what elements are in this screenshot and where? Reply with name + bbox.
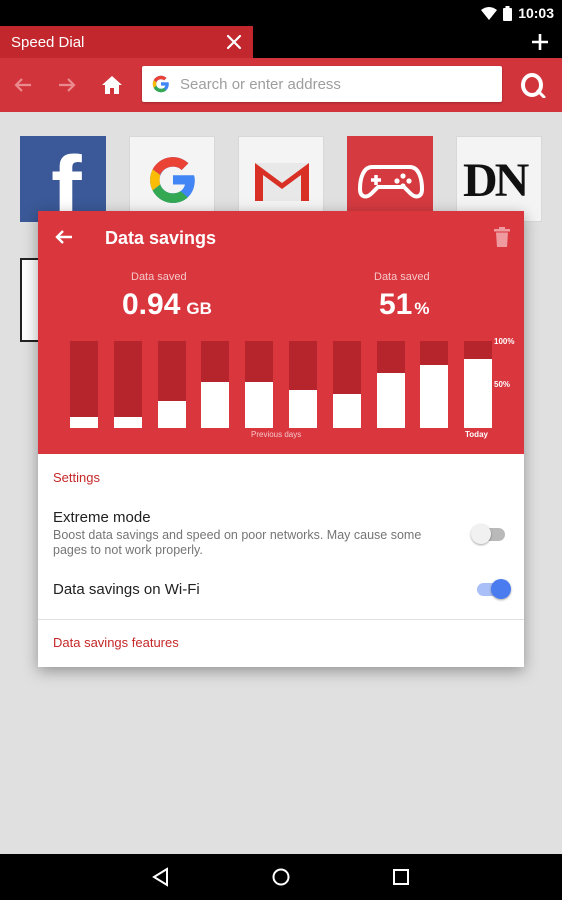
chart-bar-4 bbox=[201, 341, 229, 428]
tab-strip: Speed Dial bbox=[0, 26, 562, 58]
chart-bar-fill-3 bbox=[158, 401, 186, 428]
chart-bar-9 bbox=[420, 341, 448, 428]
tab-speed-dial[interactable]: Speed Dial bbox=[0, 26, 253, 58]
new-tab-icon[interactable] bbox=[530, 32, 550, 52]
status-bar: 10:03 bbox=[0, 0, 562, 26]
google-g-icon bbox=[152, 75, 169, 93]
x-axis-label: Previous days bbox=[251, 430, 302, 439]
data-savings-dialog: Data savings Data saved 0.94 GB Data save… bbox=[38, 211, 524, 667]
divider bbox=[38, 619, 524, 620]
home-button-icon[interactable] bbox=[100, 73, 124, 97]
chart-bar-fill-1 bbox=[70, 417, 98, 428]
nav-recents-icon[interactable] bbox=[390, 866, 412, 888]
data-saved-percent-unit: % bbox=[414, 299, 430, 318]
data-savings-chart: 100% 50% Previous days Today bbox=[70, 337, 522, 441]
chart-bar-fill-9 bbox=[420, 365, 448, 428]
chart-bar-2 bbox=[114, 341, 142, 428]
chart-bar-6 bbox=[289, 341, 317, 428]
chart-bar-fill-2 bbox=[114, 417, 142, 428]
system-nav-bar bbox=[0, 854, 562, 900]
chart-bar-fill-10 bbox=[464, 359, 492, 428]
today-label: Today bbox=[465, 430, 488, 439]
tab-title: Speed Dial bbox=[11, 34, 85, 51]
chart-bar-7 bbox=[333, 341, 361, 428]
status-icons: 10:03 bbox=[481, 4, 554, 22]
status-time: 10:03 bbox=[518, 5, 554, 21]
wifi-savings-title[interactable]: Data savings on Wi-Fi bbox=[53, 581, 200, 598]
speed-dial-dn[interactable]: DN bbox=[456, 136, 542, 222]
chart-bar-fill-4 bbox=[201, 382, 229, 428]
chart-bar-3 bbox=[158, 341, 186, 428]
chart-bar-fill-7 bbox=[333, 394, 361, 428]
battery-icon bbox=[503, 5, 513, 21]
speed-dial-games[interactable] bbox=[347, 136, 433, 222]
data-saved-number: 0.94 bbox=[122, 288, 181, 321]
toggle-thumb bbox=[491, 579, 511, 599]
wifi-savings-toggle[interactable] bbox=[475, 577, 511, 601]
speed-dial-facebook[interactable]: f bbox=[20, 136, 106, 222]
dialog-title: Data savings bbox=[105, 228, 217, 248]
google-logo-icon bbox=[150, 157, 195, 203]
back-arrow-icon[interactable] bbox=[53, 226, 75, 248]
forward-button-icon[interactable] bbox=[55, 73, 79, 97]
data-saved-label: Data saved bbox=[131, 271, 187, 283]
data-saved-percent-number: 51 bbox=[379, 288, 413, 321]
data-saved-percent-value: 51% bbox=[379, 288, 430, 322]
dialog-header: Data savings Data saved 0.94 GB Data save… bbox=[38, 211, 524, 454]
address-input[interactable] bbox=[180, 66, 494, 102]
trash-icon[interactable] bbox=[493, 227, 511, 247]
address-bar[interactable] bbox=[142, 66, 502, 102]
close-tab-icon[interactable] bbox=[225, 33, 243, 51]
y-tick-50: 50% bbox=[494, 380, 511, 389]
extreme-mode-title[interactable]: Extreme mode bbox=[53, 509, 151, 526]
data-saved-percent-label: Data saved bbox=[374, 271, 430, 283]
y-tick-100: 100% bbox=[494, 337, 515, 346]
settings-heading: Settings bbox=[53, 470, 100, 485]
browser-toolbar bbox=[0, 58, 562, 112]
extreme-mode-description: Boost data savings and speed on poor net… bbox=[53, 528, 422, 557]
wifi-icon bbox=[481, 6, 498, 20]
chart-bar-10 bbox=[464, 341, 492, 428]
extreme-mode-toggle[interactable] bbox=[471, 522, 507, 546]
nav-home-icon[interactable] bbox=[270, 866, 292, 888]
opera-menu-icon[interactable] bbox=[520, 72, 546, 98]
back-button-icon[interactable] bbox=[11, 73, 35, 97]
toggle-thumb bbox=[471, 524, 491, 544]
gmail-logo-icon bbox=[255, 163, 309, 201]
data-saved-unit: GB bbox=[186, 299, 212, 318]
dn-logo: DN bbox=[463, 154, 529, 207]
nav-back-icon[interactable] bbox=[150, 866, 172, 888]
gamepad-icon bbox=[357, 165, 425, 199]
chart-bar-fill-5 bbox=[245, 382, 273, 428]
chart-bar-fill-6 bbox=[289, 390, 317, 428]
chart-bar-1 bbox=[70, 341, 98, 428]
chart-bar-fill-8 bbox=[377, 373, 405, 428]
chart-bar-5 bbox=[245, 341, 273, 428]
chart-bar-8 bbox=[377, 341, 405, 428]
data-savings-features-link[interactable]: Data savings features bbox=[53, 635, 179, 650]
speed-dial-gmail[interactable] bbox=[238, 136, 324, 222]
speed-dial-google[interactable] bbox=[129, 136, 215, 222]
data-saved-value: 0.94 GB bbox=[122, 288, 212, 322]
